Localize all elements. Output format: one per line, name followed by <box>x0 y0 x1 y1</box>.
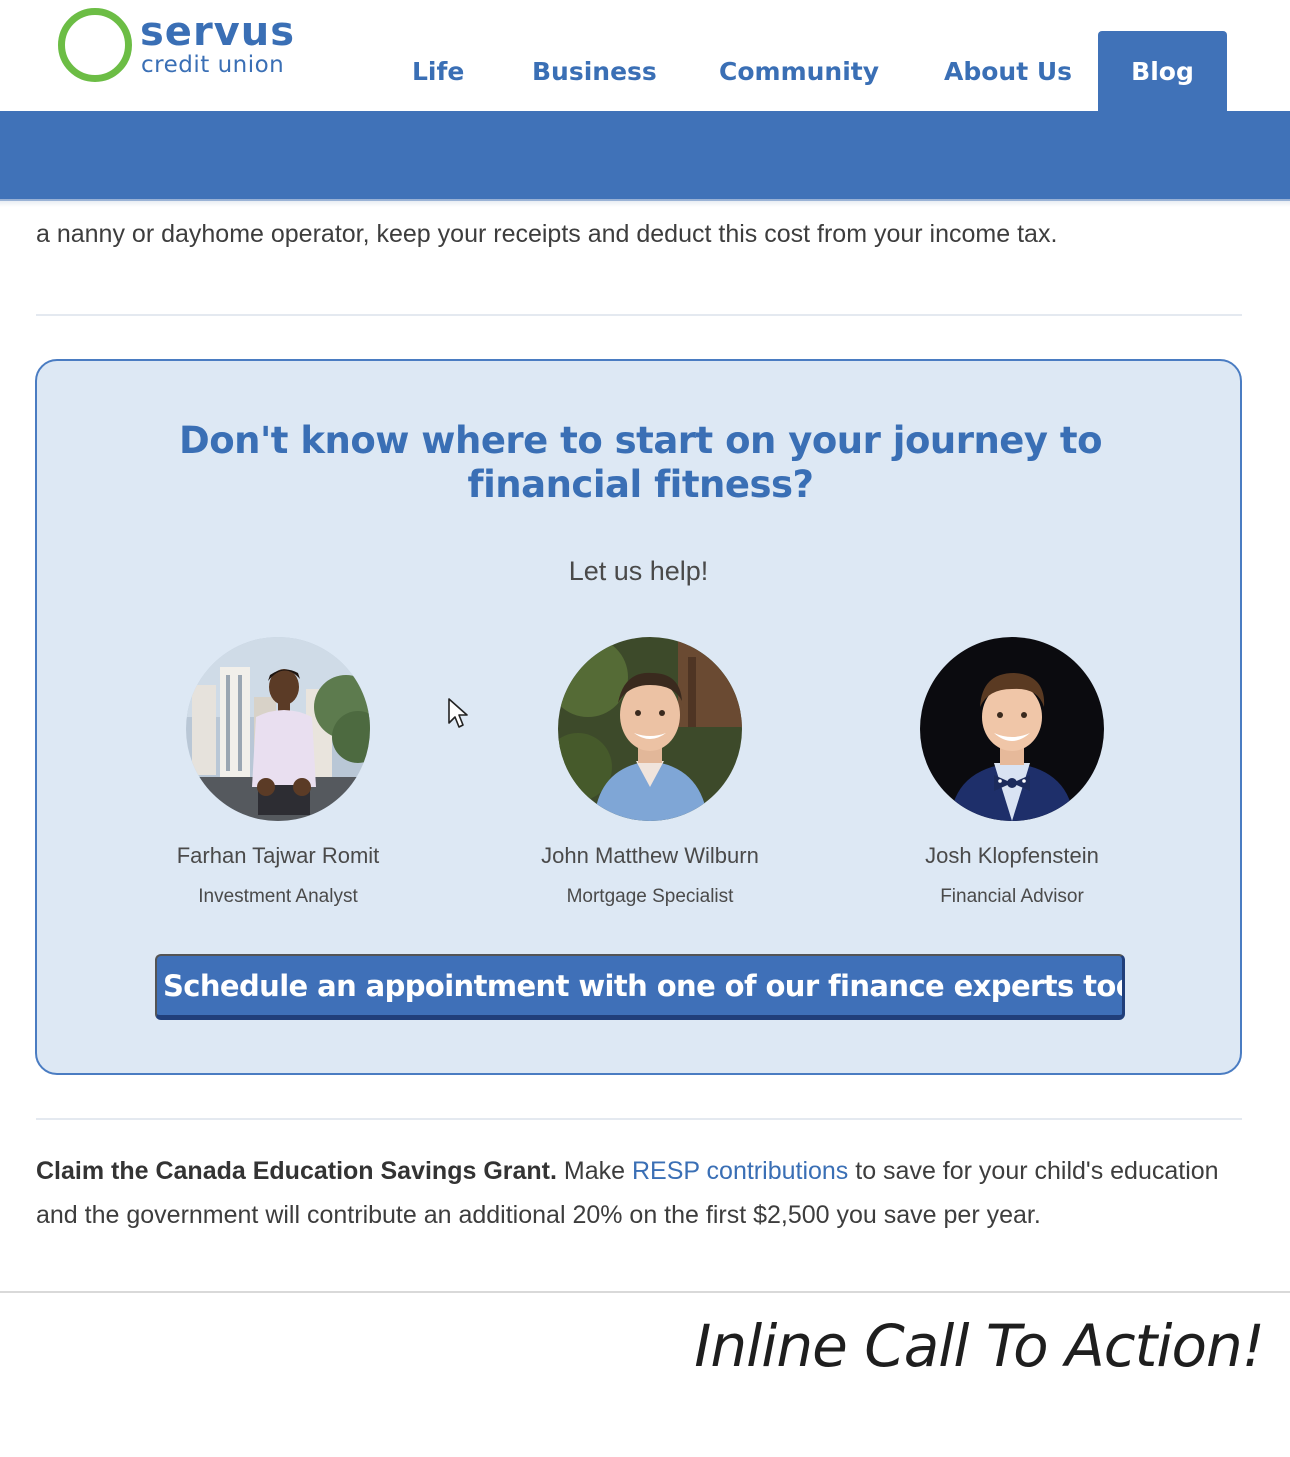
divider <box>36 1118 1242 1120</box>
expert-card: John Matthew Wilburn Mortgage Specialist <box>500 637 800 909</box>
logo-ring-icon <box>58 8 132 82</box>
expert-role: Financial Advisor <box>940 886 1084 907</box>
page-bottom-border <box>0 1291 1290 1293</box>
cta-title: Don't know where to start on your journe… <box>179 419 1103 506</box>
expert-photo <box>558 637 742 821</box>
expert-card: Farhan Tajwar Romit Investment Analyst <box>128 637 428 909</box>
nav-about-us[interactable]: About Us <box>944 56 1072 88</box>
resp-contributions-link[interactable]: RESP contributions <box>632 1157 848 1185</box>
expert-photo <box>186 637 370 821</box>
expert-name: Farhan Tajwar Romit <box>176 843 380 868</box>
logo-tagline: credit union <box>141 52 285 78</box>
grant-paragraph: Claim the Canada Education Savings Grant… <box>36 1149 1246 1237</box>
article-paragraph: a nanny or dayhome operator, keep your r… <box>36 220 1058 248</box>
cta-subtitle: Let us help! <box>568 556 709 586</box>
mouse-cursor-icon <box>448 698 468 728</box>
nav-life[interactable]: Life <box>412 56 464 88</box>
expert-role: Investment Analyst <box>198 886 358 907</box>
grant-text-pre: Make <box>556 1157 632 1185</box>
nav-business[interactable]: Business <box>532 56 657 88</box>
schedule-appointment-button[interactable]: Schedule an appointment with one of our … <box>155 954 1125 1020</box>
header-banner <box>0 111 1290 201</box>
site-header: servus credit union Life Business Commun… <box>0 0 1290 111</box>
cta-card: Don't know where to start on your journe… <box>35 359 1242 1075</box>
expert-name: John Matthew Wilburn <box>541 843 759 868</box>
banner-shadow <box>0 199 1290 207</box>
expert-card: Josh Klopfenstein Financial Advisor <box>862 637 1162 909</box>
expert-role: Mortgage Specialist <box>566 886 734 907</box>
servus-logo[interactable]: servus credit union <box>58 8 318 84</box>
grant-heading: Claim the Canada Education Savings Grant… <box>36 1157 557 1185</box>
nav-community[interactable]: Community <box>719 56 879 88</box>
caption: Inline Call To Action! <box>694 1312 1265 1380</box>
expert-name: Josh Klopfenstein <box>925 843 1099 868</box>
expert-photo <box>920 637 1104 821</box>
divider <box>36 314 1242 316</box>
nav-blog[interactable]: Blog <box>1098 31 1227 111</box>
logo-wordmark: servus <box>140 9 296 55</box>
